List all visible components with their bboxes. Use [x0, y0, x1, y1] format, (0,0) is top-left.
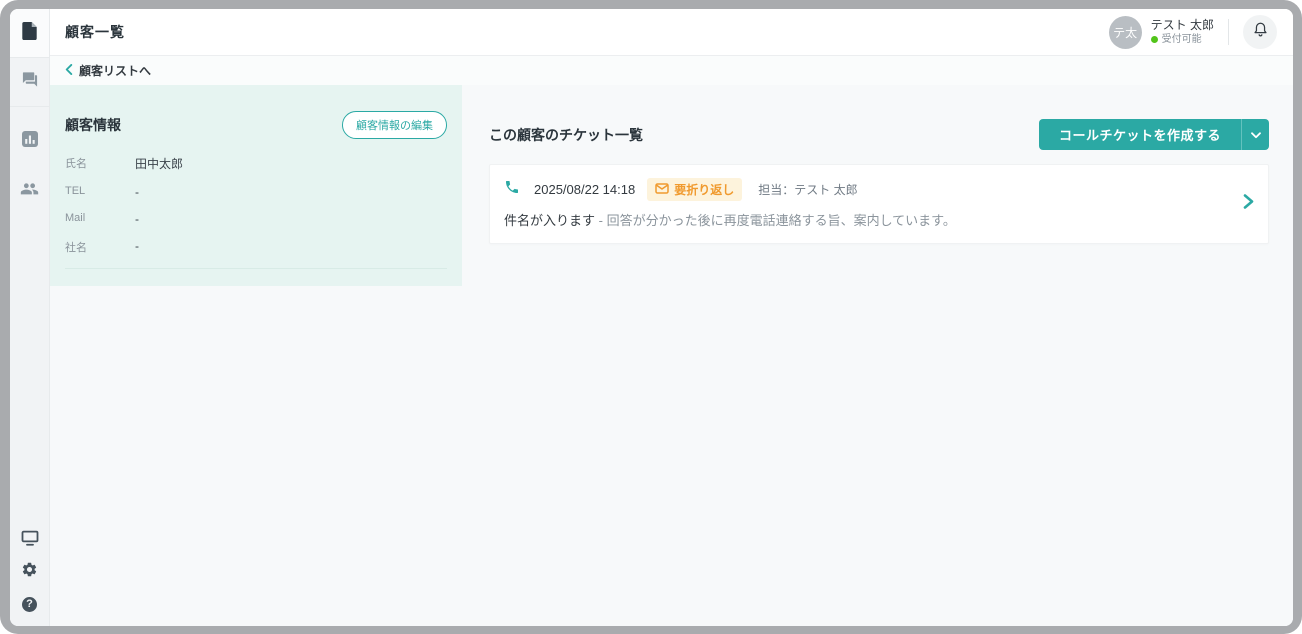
create-call-ticket-button[interactable]: コールチケットを作成する [1039, 119, 1241, 150]
chevron-right-icon [1243, 194, 1254, 215]
field-label: Mail [65, 212, 135, 226]
user-status: 受付可能 [1151, 33, 1214, 46]
sidebar-item-reports[interactable] [10, 117, 49, 166]
notifications-button[interactable] [1243, 15, 1277, 49]
field-label: 氏名 [65, 155, 135, 172]
avatar[interactable]: テ太 [1109, 16, 1142, 49]
bell-icon [1253, 21, 1268, 43]
topbar-right: テ太 テスト 太郎 受付可能 [1109, 15, 1277, 49]
content: 顧客情報 顧客情報の編集 氏名 田中太郎 TEL - Mail - [50, 85, 1293, 626]
ticket-subject-row: 件名が入ります - 回答が分かった後に再度電話連絡する旨、案内しています。 [504, 210, 1228, 229]
ticket-assignee: 担当：テスト 太郎 [758, 181, 857, 198]
customer-panel-head: 顧客情報 顧客情報の編集 [65, 111, 447, 139]
main-area: 顧客一覧 テ太 テスト 太郎 受付可能 [50, 9, 1293, 626]
mail-callback-icon [655, 183, 669, 197]
customer-info-panel: 顧客情報 顧客情報の編集 氏名 田中太郎 TEL - Mail - [50, 85, 462, 286]
user-meta: テスト 太郎 受付可能 [1151, 18, 1214, 46]
customer-panel-title: 顧客情報 [65, 115, 121, 135]
phone-icon [504, 179, 520, 200]
sidebar-item-help[interactable]: ? [10, 588, 49, 620]
badge-label: 要折り返し [674, 181, 734, 198]
page-title: 顧客一覧 [65, 22, 125, 42]
help-icon: ? [22, 597, 37, 612]
ticket-datetime: 2025/08/22 14:18 [534, 182, 635, 197]
customer-field-company: 社名 - [65, 239, 447, 255]
sidebar-item-documents[interactable] [10, 9, 49, 58]
sidebar-item-settings[interactable] [10, 556, 49, 588]
window-frame: ? 顧客一覧 テ太 テスト 太郎 受付可能 [0, 0, 1302, 634]
status-label: 受付可能 [1162, 33, 1202, 46]
people-icon [20, 181, 39, 201]
topbar-divider [1228, 19, 1229, 45]
gear-icon [21, 561, 38, 583]
create-ticket-dropdown-button[interactable] [1241, 119, 1269, 150]
field-label: 社名 [65, 239, 135, 255]
panel-divider [65, 268, 447, 269]
tickets-title: この顧客のチケット一覧 [489, 125, 643, 145]
chevron-down-icon [1251, 127, 1261, 142]
breadcrumb: 顧客リストへ [50, 56, 1293, 85]
sidebar: ? [10, 9, 50, 626]
ticket-summary: - 回答が分かった後に再度電話連絡する旨、案内しています。 [595, 213, 956, 228]
chevron-left-icon [65, 62, 73, 80]
ticket-list-item[interactable]: 2025/08/22 14:18 要折り返し 担当：テスト 太郎 件名が入ります… [489, 164, 1269, 244]
chat-icon [21, 71, 39, 93]
user-name: テスト 太郎 [1151, 18, 1214, 33]
sidebar-bottom-group: ? [10, 524, 49, 626]
sidebar-item-chat[interactable] [10, 58, 49, 107]
status-dot [1151, 36, 1158, 43]
create-ticket-split-button: コールチケットを作成する [1039, 119, 1269, 150]
field-label: TEL [65, 185, 135, 199]
edit-customer-button[interactable]: 顧客情報の編集 [342, 111, 447, 139]
tickets-section: この顧客のチケット一覧 コールチケットを作成する [462, 85, 1293, 244]
customer-field-name: 氏名 田中太郎 [65, 155, 447, 172]
document-icon [22, 22, 37, 45]
field-value: - [135, 212, 139, 226]
bar-chart-icon [22, 131, 38, 152]
tickets-head: この顧客のチケット一覧 コールチケットを作成する [489, 119, 1269, 150]
customer-field-mail: Mail - [65, 212, 447, 226]
topbar: 顧客一覧 テ太 テスト 太郎 受付可能 [50, 9, 1293, 56]
app-window: ? 顧客一覧 テ太 テスト 太郎 受付可能 [10, 9, 1293, 626]
sidebar-item-monitor[interactable] [10, 524, 49, 556]
sidebar-spacer [10, 107, 49, 117]
ticket-meta-row: 2025/08/22 14:18 要折り返し 担当：テスト 太郎 [504, 178, 1228, 201]
ticket-subject: 件名が入ります [504, 213, 595, 228]
breadcrumb-back-link[interactable]: 顧客リストへ [79, 62, 151, 79]
monitor-icon [21, 530, 39, 551]
customer-field-tel: TEL - [65, 185, 447, 199]
callback-required-badge: 要折り返し [647, 178, 742, 201]
field-value: - [135, 239, 139, 255]
field-value: - [135, 185, 139, 199]
sidebar-item-customers[interactable] [10, 166, 49, 215]
field-value: 田中太郎 [135, 155, 183, 172]
